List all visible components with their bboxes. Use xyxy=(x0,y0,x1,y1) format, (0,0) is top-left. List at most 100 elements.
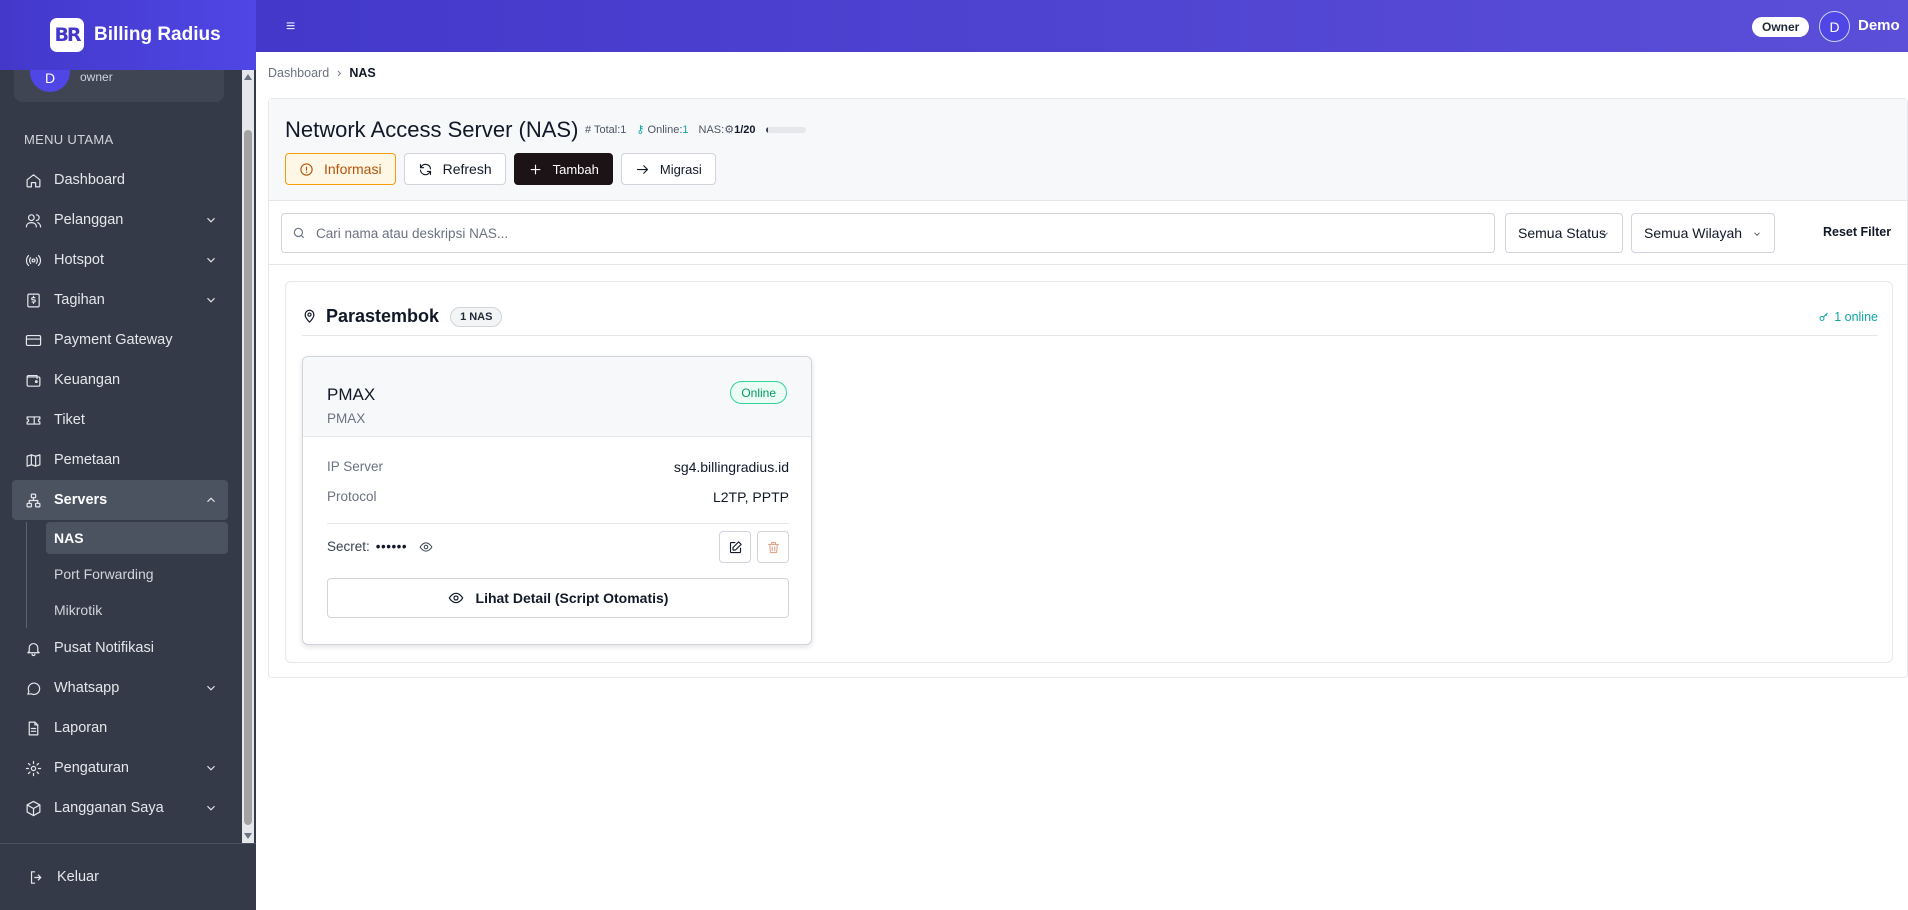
cpu-icon: ⚙ xyxy=(724,124,735,136)
sidebar-user-card[interactable]: D owner xyxy=(14,70,224,102)
sidebar-item-payment-gateway[interactable]: Payment Gateway xyxy=(12,320,228,360)
page-title: Network Access Server (NAS) xyxy=(285,117,579,142)
sidebar-item-whatsapp[interactable]: Whatsapp xyxy=(12,668,228,708)
topbar-username[interactable]: Demo xyxy=(1858,17,1900,34)
sidebar-item-label: Dashboard xyxy=(54,172,125,188)
search-box[interactable] xyxy=(281,213,1495,253)
secret-row: Secret: •••••• xyxy=(327,539,433,554)
invoice-dollar-icon xyxy=(24,291,42,309)
sidebar-item-pemetaan[interactable]: Pemetaan xyxy=(12,440,228,480)
sidebar-item-label: Keuangan xyxy=(54,372,121,388)
sidebar-item-dashboard[interactable]: Dashboard xyxy=(12,160,228,200)
logout-icon xyxy=(30,870,42,884)
protocol-label: Protocol xyxy=(327,489,377,504)
reset-filter-button[interactable]: Reset Filter xyxy=(1823,225,1891,239)
stat-online-label: Online: xyxy=(647,124,683,136)
sidebar-item-servers[interactable]: Servers xyxy=(12,480,228,520)
wilayah-filter-select[interactable]: Semua Wilayah xyxy=(1631,213,1775,253)
gear-icon xyxy=(24,759,42,777)
region-name: Parastembok xyxy=(326,306,440,326)
edit-button[interactable] xyxy=(719,531,751,563)
wallet-icon xyxy=(24,371,42,389)
chevron-down-icon xyxy=(204,681,218,695)
region-online-summary: 1 online xyxy=(1818,310,1878,324)
trash-icon xyxy=(767,541,779,553)
wifi-antenna-icon xyxy=(24,251,42,269)
informasi-label: Informasi xyxy=(324,161,382,177)
wilayah-filter-value: Semua Wilayah xyxy=(1644,225,1743,241)
users-icon xyxy=(24,211,42,229)
stat-total: # Total:1 xyxy=(585,124,626,136)
nas-panel: Network Access Server (NAS) # Total:1 ⚷ … xyxy=(268,98,1908,678)
sidebar-scrollbar[interactable] xyxy=(242,70,254,843)
sidebar-item-pelanggan[interactable]: Pelanggan xyxy=(12,200,228,240)
eye-icon[interactable] xyxy=(419,540,433,554)
card-divider xyxy=(327,523,789,524)
sidebar-subitem-mikrotik[interactable]: Mikrotik xyxy=(46,592,228,628)
sidebar-subitem-port-forwarding[interactable]: Port Forwarding xyxy=(46,556,228,592)
sidebar-item-label: Laporan xyxy=(54,720,108,736)
sidebar-item-keuangan[interactable]: Keuangan xyxy=(12,360,228,400)
sidebar-scrollbar-thumb[interactable] xyxy=(244,130,252,825)
migrasi-label: Migrasi xyxy=(659,161,702,177)
scroll-up-arrow-icon[interactable] xyxy=(244,74,252,80)
ip-server-row: IP Server sg4.billingradius.id xyxy=(327,459,789,475)
secret-value: •••••• xyxy=(375,539,408,554)
delete-button[interactable] xyxy=(757,531,789,563)
protocol-value: L2TP, PPTP xyxy=(712,489,789,505)
brand[interactable]: BR Billing Radius xyxy=(0,0,256,70)
stat-total-label: # Total: xyxy=(585,123,621,136)
migrasi-button[interactable]: Migrasi xyxy=(620,153,716,185)
breadcrumb-separator: › xyxy=(337,66,342,80)
quota-progress-fill xyxy=(765,126,768,133)
lihat-detail-label: Lihat Detail (Script Otomatis) xyxy=(475,590,669,606)
scroll-down-arrow-icon[interactable] xyxy=(244,833,252,839)
breadcrumb-dashboard[interactable]: Dashboard xyxy=(268,66,329,80)
sidebar-item-pusat-notifikasi[interactable]: Pusat Notifikasi xyxy=(12,628,228,668)
search-input[interactable] xyxy=(316,225,1466,241)
arrow-right-icon xyxy=(636,164,648,174)
sidebar-item-hotspot[interactable]: Hotspot xyxy=(12,240,228,280)
sidebar-subitem-nas[interactable]: NAS xyxy=(46,522,228,554)
logout-label: Keluar xyxy=(57,869,99,885)
network-icon xyxy=(24,491,42,509)
sidebar-item-label: Tagihan xyxy=(54,292,105,308)
secret-label: Secret: xyxy=(327,539,370,554)
tambah-button[interactable]: Tambah xyxy=(513,153,613,185)
sidebar-scroll-area: D owner MENU UTAMA Dashboard Pelanggan H… xyxy=(0,70,256,843)
refresh-label: Refresh xyxy=(442,161,492,177)
lihat-detail-button[interactable]: Lihat Detail (Script Otomatis) xyxy=(327,578,789,618)
topbar-avatar[interactable]: D xyxy=(1819,11,1850,42)
sidebar-item-tiket[interactable]: Tiket xyxy=(12,400,228,440)
chat-bubble-icon xyxy=(24,679,42,697)
chevron-down-icon xyxy=(204,253,218,267)
chevron-down-icon xyxy=(1602,232,1608,236)
main-content: Dashboard › NAS Network Access Server (N… xyxy=(256,52,1908,910)
bell-icon xyxy=(24,639,42,657)
sidebar-item-label: Pemetaan xyxy=(54,452,121,468)
ip-server-value: sg4.billingradius.id xyxy=(673,459,789,475)
sidebar-item-label: Pusat Notifikasi xyxy=(54,640,154,656)
informasi-button[interactable]: Informasi xyxy=(285,153,396,185)
logout-button[interactable]: Keluar xyxy=(0,843,256,910)
credit-card-icon xyxy=(24,331,42,349)
hamburger-menu-icon[interactable]: ≡ xyxy=(286,18,295,36)
sidebar-item-label: Langganan Saya xyxy=(54,800,164,816)
brand-logo: BR xyxy=(50,18,84,52)
document-icon xyxy=(24,719,42,737)
sidebar-item-laporan[interactable]: Laporan xyxy=(12,708,228,748)
servers-submenu-wrapper: NAS Port Forwarding Mikrotik xyxy=(12,522,228,628)
menu-section-title: MENU UTAMA xyxy=(24,132,114,147)
sidebar-menu: Dashboard Pelanggan Hotspot Tagihan Paym… xyxy=(12,160,228,828)
sidebar-avatar: D xyxy=(30,70,70,92)
stat-nas-value: 1/20 xyxy=(734,124,756,136)
quota-progress-bar xyxy=(765,126,806,133)
status-filter-select[interactable]: Semua Status xyxy=(1505,213,1623,253)
nas-stats: # Total:1 ⚷ Online:1 NAS:⚙1/20 xyxy=(585,123,806,136)
refresh-button[interactable]: Refresh xyxy=(403,153,506,185)
sidebar-item-langganan-saya[interactable]: Langganan Saya xyxy=(12,788,228,828)
region-online-text: 1 online xyxy=(1834,310,1878,324)
chevron-down-icon xyxy=(204,761,218,775)
sidebar-item-pengaturan[interactable]: Pengaturan xyxy=(12,748,228,788)
sidebar-item-tagihan[interactable]: Tagihan xyxy=(12,280,228,320)
